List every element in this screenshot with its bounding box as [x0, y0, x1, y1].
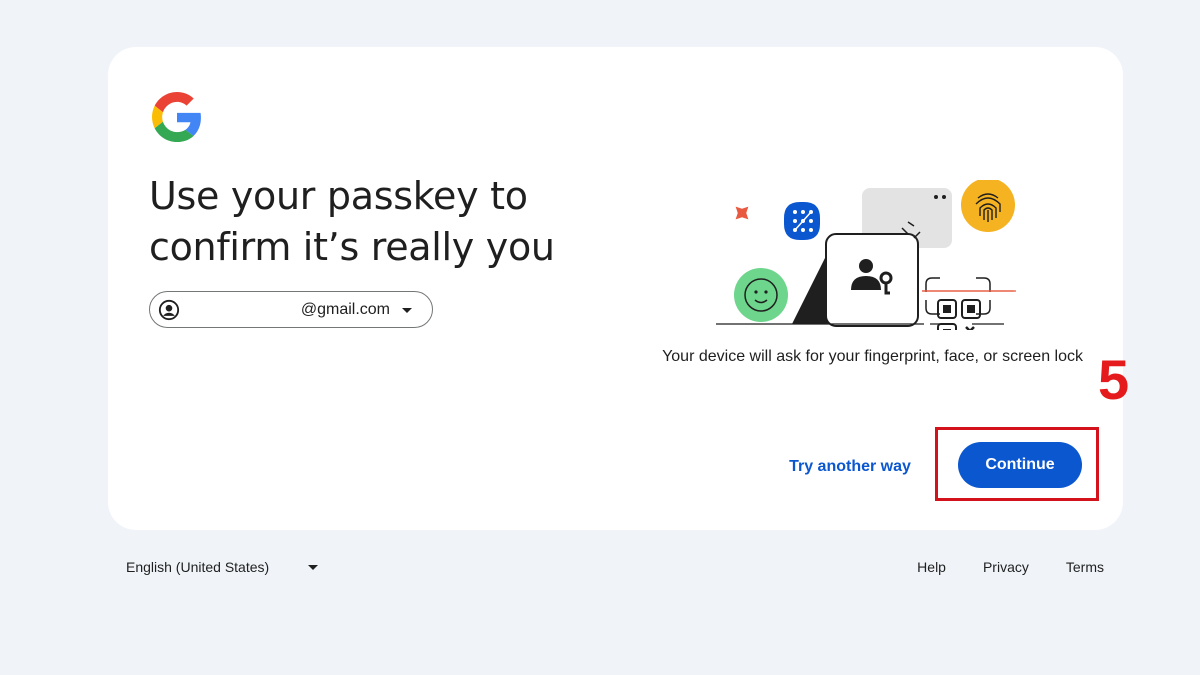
qr-scan-icon	[925, 277, 991, 330]
fingerprint-icon	[961, 180, 1015, 232]
privacy-link[interactable]: Privacy	[983, 559, 1029, 575]
highlight-box	[935, 427, 1099, 501]
step-number: 5	[1098, 348, 1130, 411]
face-icon	[734, 268, 788, 322]
passkey-illustration	[716, 180, 1016, 330]
pattern-lock-icon	[784, 202, 820, 240]
try-another-way-button[interactable]: Try another way	[780, 449, 920, 485]
sparkle-icon	[735, 206, 749, 220]
device-note: Your device will ask for your fingerprin…	[662, 348, 1083, 365]
language-select[interactable]: English (United States)	[118, 554, 328, 580]
padlock-icon	[825, 233, 919, 327]
footer-links: Help Privacy Terms	[880, 554, 1104, 580]
google-logo-icon	[152, 92, 201, 142]
account-email: @gmail.com	[300, 300, 390, 318]
arrow-drop-down-icon	[400, 303, 414, 317]
arrow-drop-down-icon	[306, 560, 320, 574]
account-circle-icon	[158, 299, 180, 321]
language-label: English (United States)	[126, 559, 270, 575]
terms-link[interactable]: Terms	[1066, 559, 1104, 575]
help-link[interactable]: Help	[917, 559, 946, 575]
page-title: Use your passkey to confirm it’s really …	[149, 174, 555, 269]
footer: English (United States) Help Privacy Ter…	[0, 554, 1200, 582]
page: Use your passkey to confirm it’s really …	[0, 0, 1200, 675]
account-chip[interactable]: @gmail.com	[149, 291, 433, 328]
